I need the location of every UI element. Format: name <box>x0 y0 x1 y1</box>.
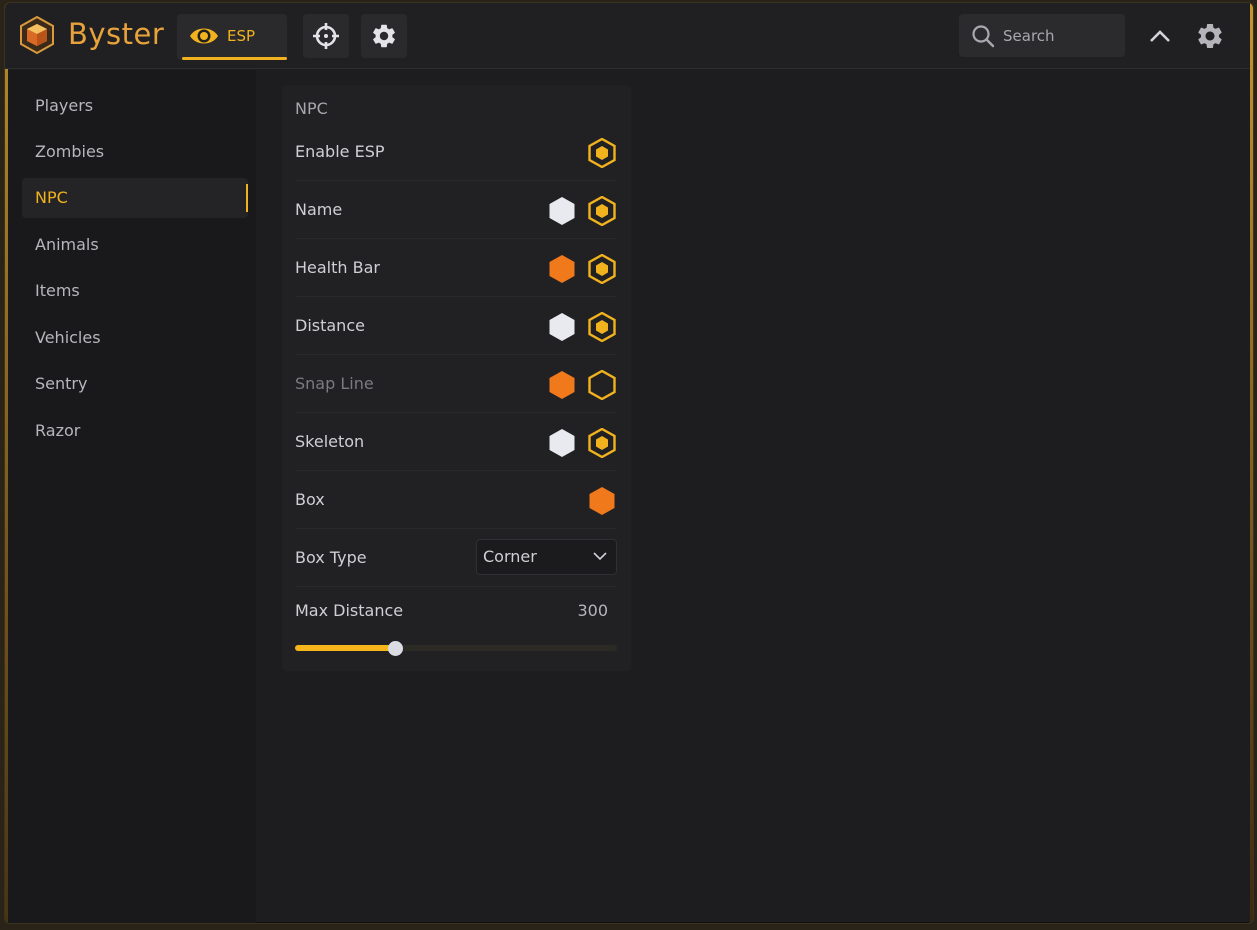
setting-controls <box>547 370 617 400</box>
setting-controls <box>547 196 617 226</box>
setting-label: Enable ESP <box>295 142 385 161</box>
slider-fill <box>295 645 395 651</box>
toggle-hex-on[interactable] <box>587 196 617 226</box>
setting-row-skeleton: Skeleton <box>295 413 617 471</box>
search-input[interactable] <box>1003 24 1113 48</box>
setting-controls <box>547 254 617 284</box>
setting-row-snap-line: Snap Line <box>295 355 617 413</box>
setting-label: Box Type <box>295 548 367 567</box>
sidebar: Players Zombies NPC Animals Items Vehicl… <box>8 70 256 923</box>
app-window: Byster ESP Search Players Zombies NPC An… <box>4 2 1254 924</box>
gear-icon <box>373 24 395 48</box>
color-swatch-button[interactable] <box>547 196 577 226</box>
slider-handle[interactable] <box>387 641 403 656</box>
toggle-hex-on[interactable] <box>587 428 617 458</box>
eye-icon <box>190 28 218 44</box>
tab-esp-label: ESP <box>227 27 256 45</box>
box-type-dropdown[interactable]: Corner <box>476 539 617 575</box>
setting-label: Distance <box>295 316 365 335</box>
setting-row-box-type: Box Type Corner <box>295 529 617 587</box>
tab-esp[interactable]: ESP <box>177 14 287 60</box>
collapse-button[interactable] <box>1145 19 1175 53</box>
setting-row-distance: Distance <box>295 297 617 355</box>
gear-icon <box>1198 24 1222 48</box>
crosshair-icon <box>313 23 339 49</box>
window-settings-button[interactable] <box>1192 18 1228 54</box>
chevron-down-icon <box>593 552 607 561</box>
search-box[interactable] <box>959 14 1125 57</box>
color-swatch-button[interactable] <box>587 486 617 516</box>
tab-aim[interactable] <box>303 14 349 58</box>
setting-controls <box>547 312 617 342</box>
setting-label: Name <box>295 200 343 219</box>
sidebar-item-razor[interactable]: Razor <box>22 411 248 451</box>
setting-label: Box <box>295 490 325 509</box>
sidebar-item-sentry[interactable]: Sentry <box>22 364 248 404</box>
tab-settings[interactable] <box>361 14 407 58</box>
color-swatch-button[interactable] <box>547 370 577 400</box>
color-swatch-button[interactable] <box>547 428 577 458</box>
sidebar-item-animals[interactable]: Animals <box>22 225 248 265</box>
max-distance-label: Max Distance <box>295 601 404 620</box>
setting-label: Snap Line <box>295 374 374 393</box>
sidebar-item-players[interactable]: Players <box>22 86 248 126</box>
max-distance-slider[interactable] <box>295 641 617 656</box>
setting-controls <box>547 428 617 458</box>
toggle-hex-on[interactable] <box>587 312 617 342</box>
tab-active-indicator <box>182 57 287 60</box>
chevron-up-icon <box>1150 30 1170 42</box>
sidebar-item-vehicles[interactable]: Vehicles <box>22 318 248 358</box>
color-swatch-button[interactable] <box>547 312 577 342</box>
app-brand-name: Byster <box>68 17 165 51</box>
setting-controls <box>587 486 617 516</box>
setting-row-name: Name <box>295 181 617 239</box>
sidebar-item-items[interactable]: Items <box>22 271 248 311</box>
sidebar-item-zombies[interactable]: Zombies <box>22 132 248 172</box>
search-icon <box>972 25 995 48</box>
max-distance-value: 300 <box>577 601 608 620</box>
title-bar: Byster ESP <box>5 3 1253 69</box>
setting-label: Skeleton <box>295 432 365 451</box>
setting-controls <box>587 138 617 168</box>
byster-logo-icon <box>20 15 54 55</box>
npc-settings-panel: NPC Enable ESP Name Health Bar Distance … <box>282 85 631 671</box>
setting-row-health-bar: Health Bar <box>295 239 617 297</box>
toggle-hex-off[interactable] <box>587 370 617 400</box>
color-swatch-button[interactable] <box>547 254 577 284</box>
box-type-value: Corner <box>483 547 537 566</box>
setting-row-enable-esp: Enable ESP <box>295 123 617 181</box>
toggle-hex-on[interactable] <box>587 254 617 284</box>
panel-title: NPC <box>295 99 328 118</box>
toggle-hex-on[interactable] <box>587 138 617 168</box>
setting-row-box: Box <box>295 471 617 529</box>
setting-label: Health Bar <box>295 258 380 277</box>
sidebar-item-npc[interactable]: NPC <box>22 178 248 218</box>
